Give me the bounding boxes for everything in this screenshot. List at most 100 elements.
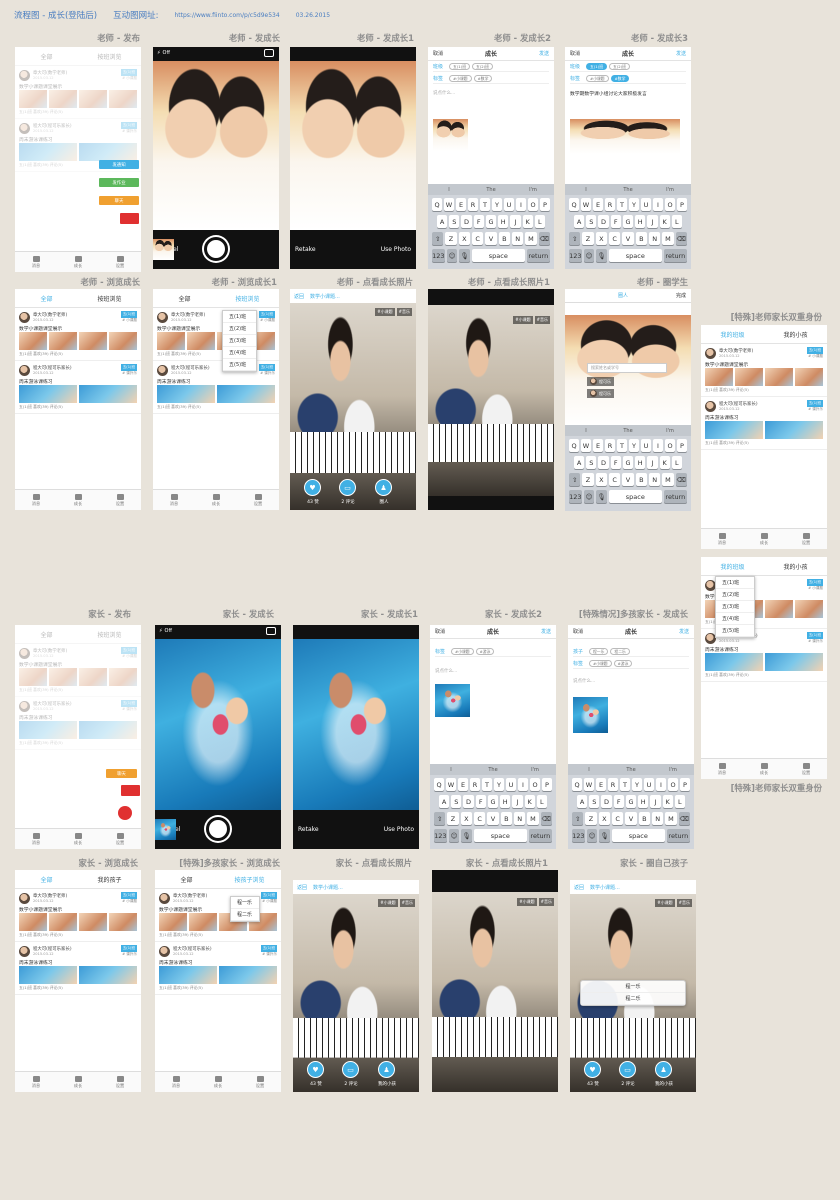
shift-key[interactable]: ⇧ xyxy=(572,812,584,825)
post-images[interactable] xyxy=(19,966,137,984)
comment-button[interactable]: ▭ xyxy=(342,1061,359,1078)
post-thumbnail[interactable] xyxy=(795,600,823,618)
tab-bar-item[interactable]: 消息 xyxy=(153,490,195,510)
key-p[interactable]: P xyxy=(680,778,690,791)
tab-bar-item[interactable]: 消息 xyxy=(15,490,57,510)
post-thumbnail[interactable] xyxy=(735,368,763,386)
post-images[interactable] xyxy=(705,421,823,439)
key-l[interactable]: L xyxy=(674,795,685,808)
key-l[interactable]: L xyxy=(671,456,682,469)
tag-chip[interactable]: #小课题 xyxy=(513,316,533,324)
key-o[interactable]: O xyxy=(665,198,675,211)
feed-post[interactable]: 章大可(数学老师)2015.03.12五(1)班# 小课题数学小课题课堂展示五(… xyxy=(15,644,141,697)
key-y[interactable]: Y xyxy=(629,198,639,211)
key-y[interactable]: Y xyxy=(629,439,639,452)
key-g[interactable]: G xyxy=(487,795,499,808)
post-thumbnail[interactable] xyxy=(19,332,47,350)
chip[interactable]: #数学 xyxy=(610,75,630,82)
key-v[interactable]: V xyxy=(485,232,497,245)
feed-post[interactable]: 程大可(程可乐家长)2015.03.12五(1)班# 课外乐周末游泳课练习五(1… xyxy=(155,942,281,995)
post-thumbnail[interactable] xyxy=(19,90,47,108)
use-photo-button[interactable]: Use Photo xyxy=(384,826,414,833)
last-photo-thumbnail[interactable] xyxy=(155,819,176,840)
chip[interactable]: #小课题 xyxy=(589,660,612,667)
shift-key[interactable]: ⇧ xyxy=(434,812,446,825)
key-z[interactable]: Z xyxy=(582,232,594,245)
post-thumbnail[interactable] xyxy=(157,385,215,403)
tab-bar-item[interactable]: 消息 xyxy=(15,252,57,272)
key-q[interactable]: Q xyxy=(572,778,582,791)
shift-key[interactable]: ⇧ xyxy=(569,473,581,486)
post-thumbnail[interactable] xyxy=(49,332,77,350)
key-v[interactable]: V xyxy=(622,232,634,245)
cancel-button[interactable]: 取消 xyxy=(433,50,443,57)
suggestion[interactable]: The xyxy=(607,184,649,195)
backspace-key[interactable]: ⌫ xyxy=(538,232,550,245)
feed-post[interactable]: 章大可(数学老师)2015.03.12五(1)班# 小课题数学小课题课堂展示五(… xyxy=(155,889,281,942)
key-m[interactable]: M xyxy=(525,232,537,245)
backspace-key[interactable]: ⌫ xyxy=(678,812,690,825)
key-o[interactable]: O xyxy=(528,198,538,211)
attached-photo[interactable] xyxy=(573,697,608,733)
key-c[interactable]: C xyxy=(608,473,621,486)
class-option[interactable]: 五(5)班 xyxy=(716,625,754,637)
tag-chip[interactable]: #音乐 xyxy=(676,899,692,907)
backspace-key[interactable]: ⌫ xyxy=(675,473,687,486)
key-j[interactable]: J xyxy=(650,795,661,808)
key-m[interactable]: M xyxy=(662,473,674,486)
people-search[interactable]: 搜索姓名或学号 xyxy=(587,363,667,373)
mic-key[interactable]: 🎙 xyxy=(596,490,607,503)
post-thumbnail[interactable] xyxy=(79,913,107,931)
tab-right[interactable]: 我的孩子 xyxy=(78,875,141,884)
post-thumbnail[interactable] xyxy=(19,721,77,739)
key-x[interactable]: X xyxy=(595,473,607,486)
key-z[interactable]: Z xyxy=(447,812,459,825)
send-button[interactable]: 发送 xyxy=(676,50,686,57)
key-j[interactable]: J xyxy=(647,215,658,228)
feed-post[interactable]: 程大可(程可乐家长)2015.03.12五(1)班# 课外乐周末游泳课练习五(1… xyxy=(701,397,827,450)
key-r[interactable]: R xyxy=(605,439,615,452)
tab-bar-item[interactable]: 设置 xyxy=(99,1072,141,1092)
tab-bar-item[interactable]: 设置 xyxy=(99,490,141,510)
space-key[interactable]: space xyxy=(471,249,525,262)
emoji-key[interactable]: ☺ xyxy=(448,829,460,842)
key-t[interactable]: T xyxy=(617,439,627,452)
key-m[interactable]: M xyxy=(665,812,677,825)
key-a[interactable]: A xyxy=(574,215,585,228)
class-option[interactable]: 五(4)班 xyxy=(223,347,256,359)
send-button[interactable]: 发送 xyxy=(539,50,549,57)
tab-left[interactable]: 全部 xyxy=(15,875,78,884)
key-n[interactable]: N xyxy=(511,232,524,245)
shift-key[interactable]: ⇧ xyxy=(569,232,581,245)
post-thumbnail[interactable] xyxy=(157,332,185,350)
key-c[interactable]: C xyxy=(611,812,624,825)
camera-button[interactable] xyxy=(120,213,139,224)
tab-left[interactable]: 全部 xyxy=(15,294,78,303)
class-option[interactable]: 五(4)班 xyxy=(716,613,754,625)
post-thumbnail[interactable] xyxy=(79,385,137,403)
tab-bar-item[interactable]: 消息 xyxy=(701,759,743,779)
class-option[interactable]: 五(5)班 xyxy=(223,359,256,371)
emoji-key[interactable]: ☺ xyxy=(583,490,595,503)
attached-photo[interactable] xyxy=(433,119,468,151)
suggestion[interactable]: I xyxy=(565,184,607,195)
feed-post[interactable]: 章大可(数学老师)2015.03.12五(1)班# 小课题数学小课题课堂展示五(… xyxy=(15,66,141,119)
tab-bar-item[interactable]: 设置 xyxy=(785,759,827,779)
shutter-button[interactable] xyxy=(206,817,230,841)
chip[interactable]: 五(1)班 xyxy=(449,63,470,70)
circle-button[interactable]: ♟ xyxy=(375,479,392,496)
key-u[interactable]: U xyxy=(641,198,651,211)
key-q[interactable]: Q xyxy=(432,198,442,211)
key-v[interactable]: V xyxy=(622,473,634,486)
tab-bar-item[interactable]: 成长 xyxy=(57,829,99,849)
tag-chip[interactable]: #音乐 xyxy=(399,899,415,907)
tag-chip[interactable]: #小课题 xyxy=(375,308,395,316)
space-key[interactable]: space xyxy=(611,829,665,842)
key-j[interactable]: J xyxy=(510,215,521,228)
chip[interactable]: 五(1)班 xyxy=(586,63,607,70)
post-images[interactable] xyxy=(19,913,137,931)
key-f[interactable]: F xyxy=(610,456,621,469)
feed-post[interactable]: 章大可(数学老师)2015.03.12五(1)班# 小课题数学小课题课堂展示五(… xyxy=(15,889,141,942)
key-c[interactable]: C xyxy=(471,232,484,245)
tab-bar-item[interactable]: 消息 xyxy=(155,1072,197,1092)
